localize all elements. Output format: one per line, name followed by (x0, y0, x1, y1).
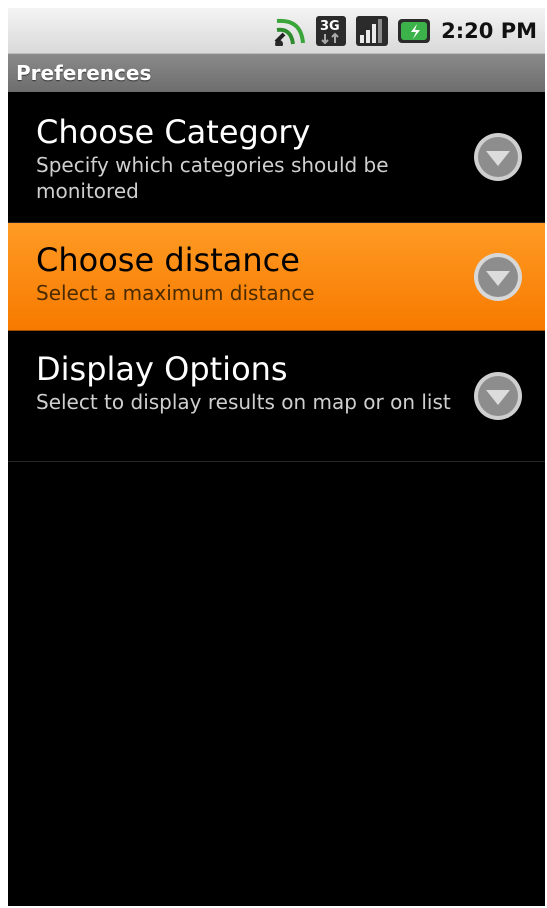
preference-list: Choose Category Specify which categories… (8, 92, 545, 462)
dropdown-arrow-icon (474, 252, 522, 301)
signal-icon (355, 15, 389, 47)
pref-title: Choose distance (36, 241, 300, 279)
dropdown-arrow-icon (474, 372, 522, 420)
status-bar: 3G 2:20 PM (8, 8, 545, 54)
battery-icon (397, 16, 431, 46)
page-title: Preferences (8, 54, 545, 92)
pref-choose-category[interactable]: Choose Category Specify which categories… (8, 92, 545, 223)
pref-summary: Select a maximum distance (36, 281, 315, 305)
pref-summary: Specify which categories should be monit… (36, 153, 389, 203)
sync-icon (273, 16, 307, 46)
3g-icon: 3G (315, 15, 347, 47)
pref-display-options[interactable]: Display Options Select to display result… (8, 331, 545, 462)
pref-choose-distance[interactable]: Choose distance Select a maximum distanc… (8, 223, 545, 331)
dropdown-arrow-icon (474, 133, 522, 181)
pref-title: Display Options (36, 350, 288, 388)
pref-summary: Select to display results on map or on l… (36, 390, 451, 414)
phone-screen: 3G 2:20 PM Preferences Choose Category S… (8, 8, 545, 906)
3g-label: 3G (320, 19, 340, 34)
status-time: 2:20 PM (441, 18, 537, 43)
pref-title: Choose Category (36, 113, 311, 151)
